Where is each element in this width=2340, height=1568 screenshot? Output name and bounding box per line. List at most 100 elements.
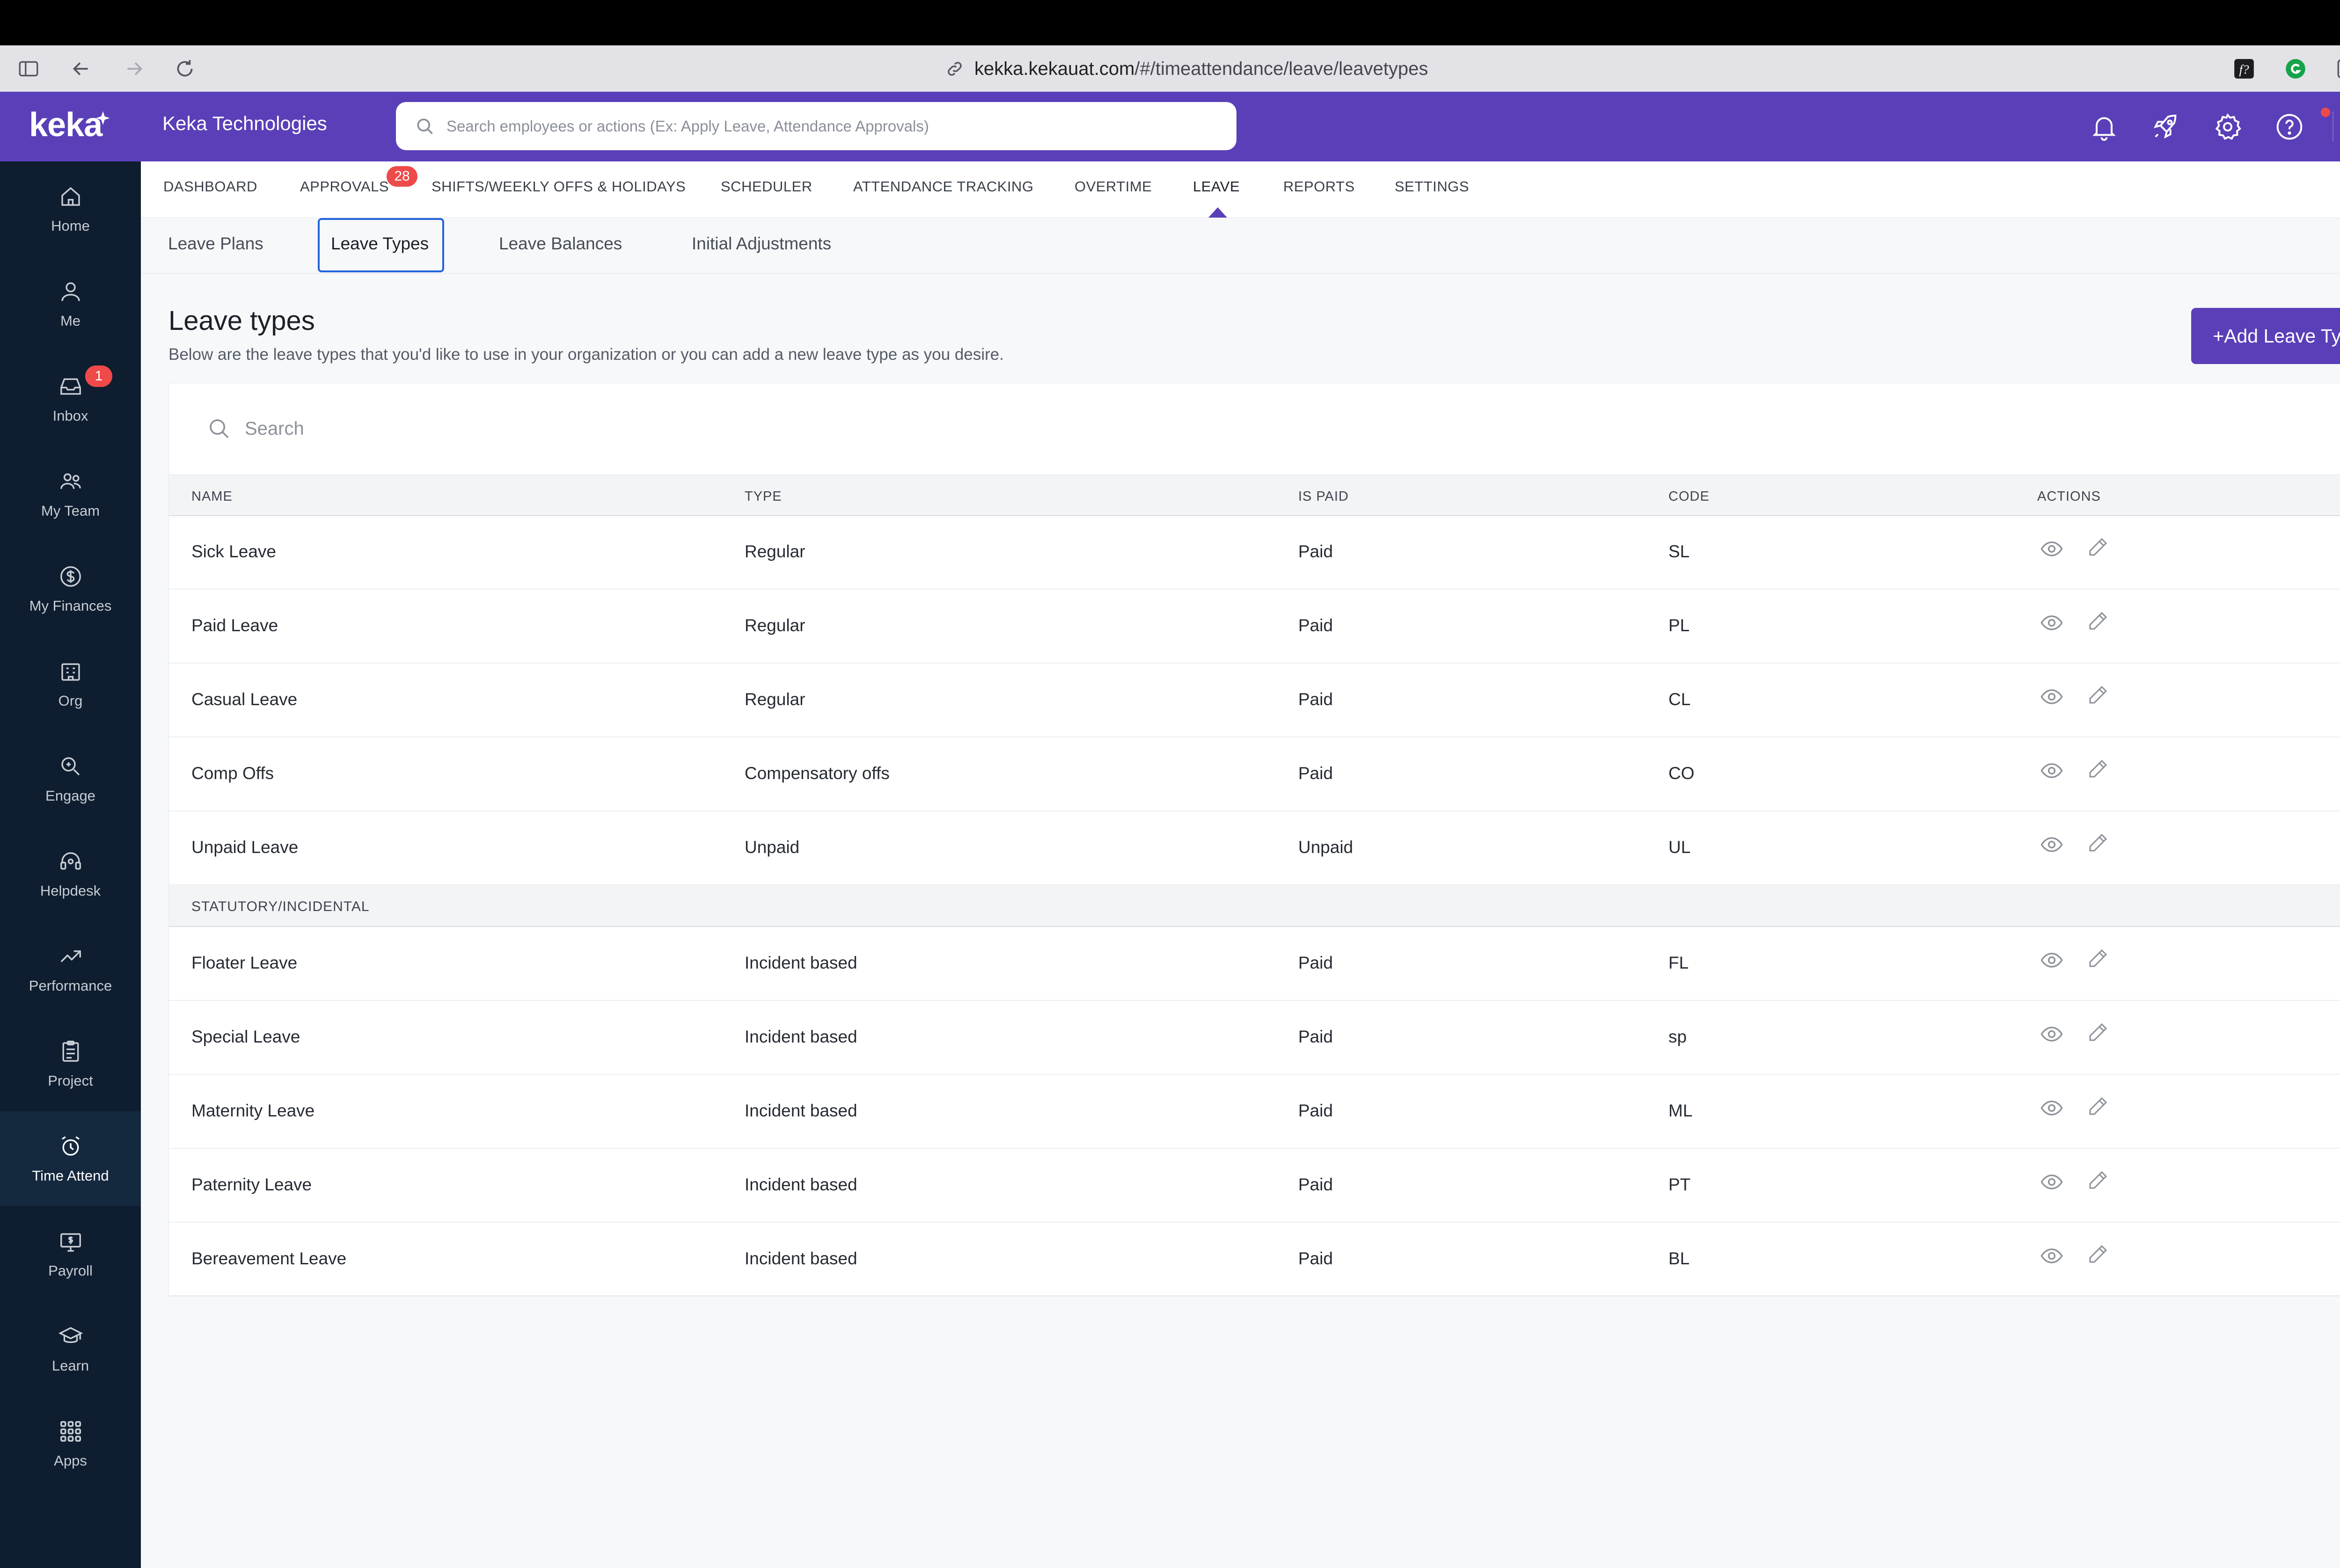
view-eye-icon[interactable]	[2040, 1022, 2064, 1046]
leave-name-cell[interactable]: Maternity Leave	[191, 1101, 314, 1121]
column-header-name[interactable]: NAME	[191, 489, 233, 504]
view-eye-icon[interactable]	[2040, 1170, 2064, 1194]
view-eye-icon[interactable]	[2040, 685, 2064, 709]
graduation-icon	[58, 1327, 83, 1343]
sidebar-item-time-attend[interactable]: Time Attend	[0, 1111, 141, 1206]
subtab-initial-adjustments[interactable]: Initial Adjustments	[692, 234, 831, 254]
sidebar-item-org[interactable]: Org	[0, 636, 141, 731]
notification-bell-icon[interactable]	[2089, 112, 2119, 142]
sidebar-item-label: My Finances	[29, 597, 112, 614]
tab-leave[interactable]: LEAVE	[1193, 178, 1240, 195]
sidebar-item-payroll[interactable]: Payroll	[0, 1206, 141, 1301]
forward-icon[interactable]	[123, 57, 146, 80]
view-eye-icon[interactable]	[2040, 611, 2064, 635]
edit-pencil-icon[interactable]	[2087, 758, 2109, 780]
table-row: Maternity Leave Incident based Paid ML	[169, 1074, 2340, 1149]
leave-name-cell[interactable]: Paternity Leave	[191, 1175, 312, 1195]
font-extension-icon[interactable]: f?	[2232, 57, 2256, 80]
sidebar-item-learn[interactable]: Learn	[0, 1301, 141, 1396]
table-row: Paid Leave Regular Paid PL	[169, 589, 2340, 664]
view-eye-icon[interactable]	[2040, 758, 2064, 783]
edit-pencil-icon[interactable]	[2087, 684, 2109, 706]
leave-name-cell[interactable]: Casual Leave	[191, 690, 297, 709]
sidebar-item-home[interactable]: Home	[0, 161, 141, 256]
column-header-is-paid[interactable]: IS PAID	[1298, 489, 1349, 504]
view-eye-icon[interactable]	[2040, 832, 2064, 857]
edit-pencil-icon[interactable]	[2087, 947, 2109, 970]
is-paid-cell: Paid	[1298, 690, 1333, 709]
tab-shifts-weekly-offs-holidays[interactable]: SHIFTS/WEEKLY OFFS & HOLIDAYS	[431, 178, 686, 195]
address-bar[interactable]: kekka.kekauat.com/#/timeattendance/leave…	[945, 56, 1428, 82]
edit-pencil-icon[interactable]	[2087, 831, 2109, 854]
sidebar-item-my-team[interactable]: My Team	[0, 446, 141, 541]
tab-dashboard[interactable]: DASHBOARD	[163, 178, 257, 195]
edit-pencil-icon[interactable]	[2087, 610, 2109, 632]
tab-approvals[interactable]: APPROVALS	[300, 178, 389, 195]
edit-pencil-icon[interactable]	[2087, 536, 2109, 558]
leave-name-cell[interactable]: Unpaid Leave	[191, 838, 298, 857]
grammarly-icon[interactable]	[2284, 57, 2307, 80]
leave-type-cell: Incident based	[745, 1027, 857, 1046]
svg-text:f?: f?	[2239, 62, 2249, 76]
leave-name-cell[interactable]: Bereavement Leave	[191, 1249, 346, 1269]
leave-name-cell[interactable]: Floater Leave	[191, 953, 297, 973]
table-search[interactable]	[206, 416, 807, 441]
edit-pencil-icon[interactable]	[2087, 1243, 2109, 1265]
sidebar-item-label: Home	[51, 217, 90, 234]
edit-pencil-icon[interactable]	[2087, 1169, 2109, 1191]
rocket-icon[interactable]	[2150, 112, 2180, 142]
help-icon[interactable]	[2274, 112, 2304, 142]
edit-pencil-icon[interactable]	[2087, 1021, 2109, 1043]
sidebar-item-inbox[interactable]: Inbox 1	[0, 351, 141, 446]
sidebar-item-performance[interactable]: Performance	[0, 921, 141, 1016]
leave-type-cell: Incident based	[745, 1101, 857, 1120]
dollar-icon	[60, 566, 81, 587]
code-cell: PL	[1668, 616, 1690, 635]
leave-name-cell[interactable]: Special Leave	[191, 1027, 300, 1047]
extension-panel-icon[interactable]	[2335, 57, 2340, 80]
reload-icon[interactable]	[173, 57, 197, 80]
is-paid-cell: Unpaid	[1298, 838, 1353, 857]
tab-scheduler[interactable]: SCHEDULER	[721, 178, 812, 195]
sidebar-item-helpdesk[interactable]: Helpdesk	[0, 826, 141, 921]
leave-name-cell[interactable]: Sick Leave	[191, 542, 276, 562]
subtab-leave-balances[interactable]: Leave Balances	[499, 234, 622, 254]
global-search-input[interactable]	[446, 117, 1196, 136]
search-icon	[210, 419, 229, 438]
view-eye-icon[interactable]	[2040, 537, 2064, 561]
leave-name-cell[interactable]: Comp Offs	[191, 764, 274, 783]
settings-gear-icon[interactable]	[2213, 112, 2243, 142]
leave-name-cell[interactable]: Paid Leave	[191, 616, 278, 635]
sidebar-item-engage[interactable]: Engage	[0, 731, 141, 826]
column-header-type[interactable]: TYPE	[745, 489, 782, 504]
sidebar-item-project[interactable]: Project	[0, 1016, 141, 1111]
group-label: STATUTORY/INCIDENTAL	[191, 899, 370, 914]
view-eye-icon[interactable]	[2040, 948, 2064, 972]
tab-overtime[interactable]: OVERTIME	[1075, 178, 1152, 195]
leave-type-cell: Incident based	[745, 1175, 857, 1194]
company-name[interactable]: Keka Technologies	[162, 112, 327, 135]
edit-pencil-icon[interactable]	[2087, 1095, 2109, 1117]
sidebar-toggle-icon[interactable]	[17, 57, 40, 80]
top-header: Keka Technologies SS	[141, 92, 2340, 161]
sidebar-item-my-finances[interactable]: My Finances	[0, 541, 141, 636]
view-eye-icon[interactable]	[2040, 1096, 2064, 1120]
subtab-leave-types[interactable]: Leave Types	[331, 234, 429, 254]
page-description: Below are the leave types that you'd lik…	[168, 345, 1004, 364]
view-eye-icon[interactable]	[2040, 1244, 2064, 1268]
table-search-input[interactable]	[244, 417, 807, 440]
sidebar-item-label: Engage	[45, 787, 95, 804]
is-paid-cell: Paid	[1298, 1249, 1333, 1268]
tab-reports[interactable]: REPORTS	[1283, 178, 1355, 195]
sidebar-item-label: Me	[60, 312, 81, 329]
sidebar-item-me[interactable]: Me	[0, 256, 141, 351]
subtab-leave-plans[interactable]: Leave Plans	[168, 234, 263, 254]
back-icon[interactable]	[69, 57, 93, 80]
add-leave-type-button[interactable]: +Add Leave Type	[2191, 308, 2340, 364]
logo-area[interactable]: keka	[0, 92, 141, 161]
sidebar-item-apps[interactable]: Apps	[0, 1396, 141, 1491]
active-tab-caret	[1208, 207, 1227, 218]
tab-attendance-tracking[interactable]: ATTENDANCE TRACKING	[853, 178, 1034, 195]
tab-settings[interactable]: SETTINGS	[1395, 178, 1469, 195]
global-search[interactable]	[396, 102, 1236, 150]
